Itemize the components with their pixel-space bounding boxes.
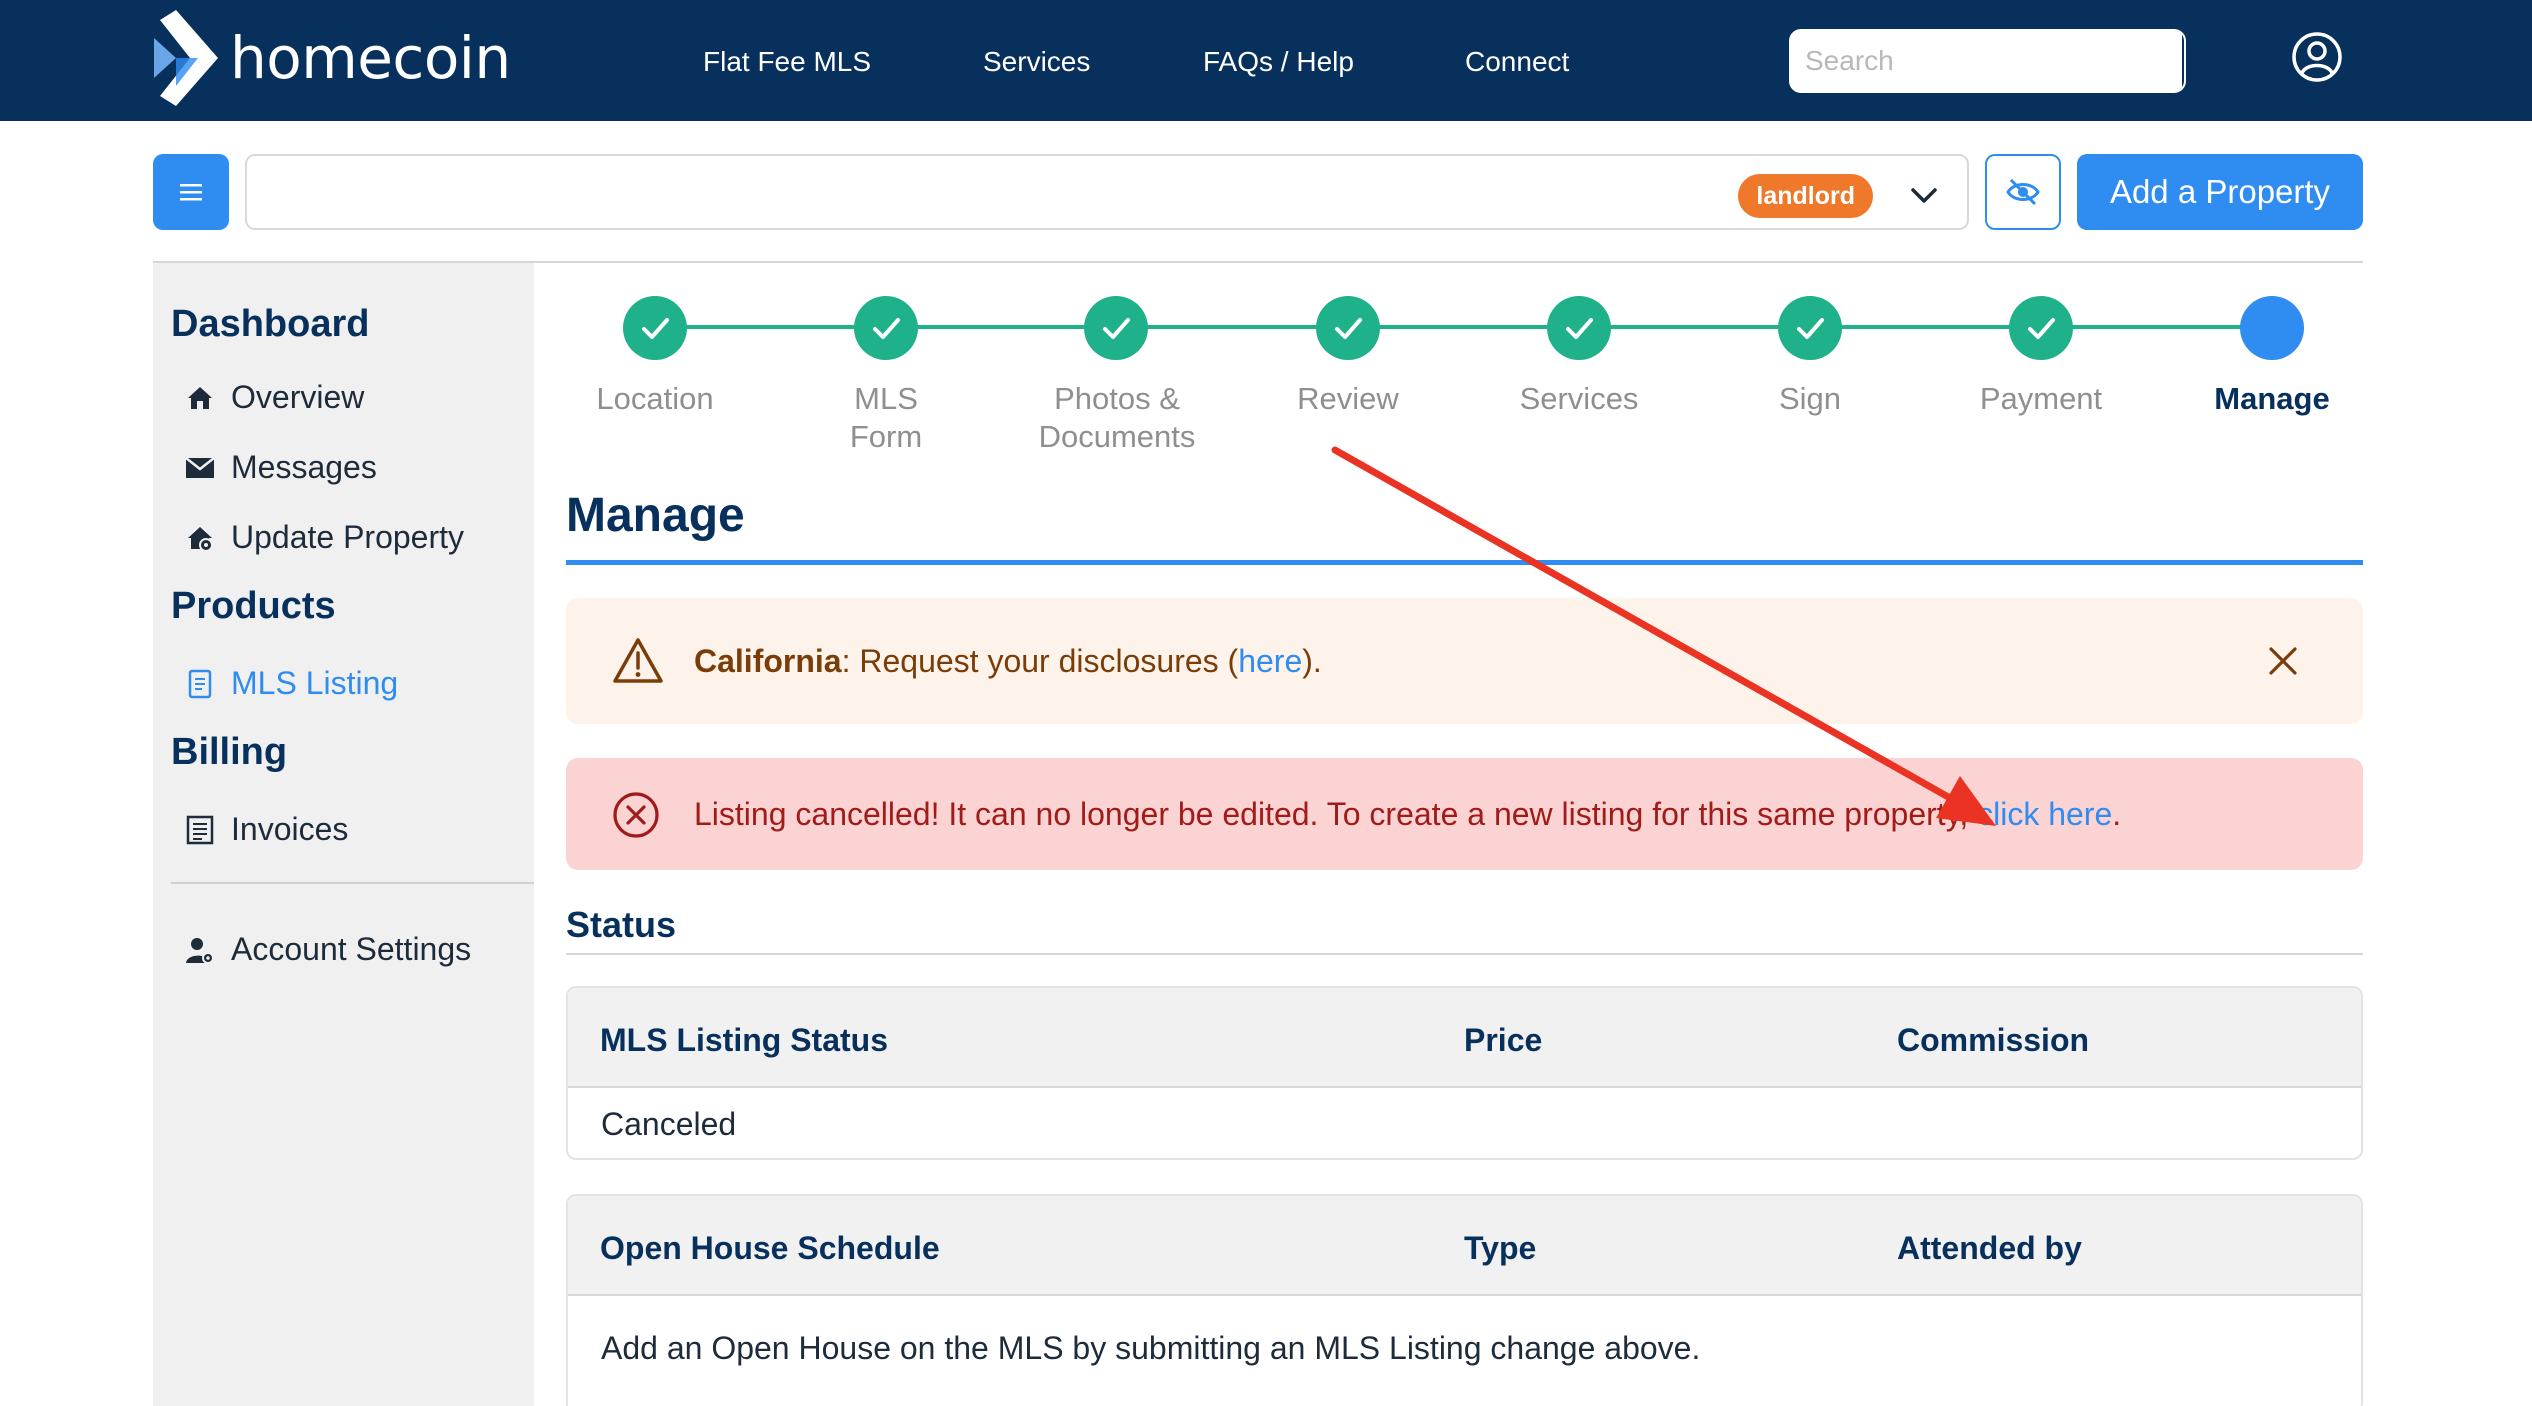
sidebar-item-update-property[interactable]: Update Property (185, 519, 464, 556)
step-photos-documents-label[interactable]: Photos & Documents (1017, 380, 1217, 456)
step-sign-label[interactable]: Sign (1710, 380, 1910, 418)
nav-services[interactable]: Services (983, 46, 1090, 78)
alert-bold-state: California (694, 643, 842, 679)
user-account-icon[interactable] (2291, 31, 2343, 83)
alert-message: California: Request your disclosures (he… (694, 643, 1322, 680)
check-icon (1797, 318, 1824, 339)
search-button[interactable] (2180, 31, 2186, 91)
table-row: Add an Open House on the MLS by submitti… (568, 1296, 2361, 1400)
logo-text: homecoin (230, 24, 511, 92)
add-property-button[interactable]: Add a Property (2077, 154, 2363, 230)
alert-text-end: . (2112, 796, 2122, 832)
sidebar-item-label: MLS Listing (231, 665, 399, 701)
document-icon (185, 669, 215, 699)
table-header: MLS Listing Status Price Commission (568, 988, 2361, 1088)
open-house-table: Open House Schedule Type Attended by Add… (566, 1194, 2363, 1406)
step-review-label[interactable]: Review (1248, 380, 1448, 418)
create-new-listing-link[interactable]: click here (1977, 796, 2112, 832)
search-icon (2182, 41, 2186, 81)
home-gear-icon (185, 523, 215, 553)
column-header: Commission (1897, 1022, 2090, 1058)
alert-text-end: ). (1302, 643, 1322, 679)
column-header: Price (1464, 1022, 1543, 1058)
column-header: MLS Listing Status (600, 1022, 888, 1058)
listing-cancelled-alert: Listing cancelled! It can no longer be e… (566, 758, 2363, 870)
check-icon (642, 318, 669, 339)
warning-triangle-icon (613, 638, 663, 683)
sidebar-item-label: Messages (231, 449, 377, 485)
hamburger-icon (180, 184, 202, 201)
title-underline (566, 560, 2363, 565)
open-house-empty-message: Add an Open House on the MLS by submitti… (601, 1330, 1701, 1366)
status-heading: Status (566, 904, 677, 945)
step-services-dot[interactable] (1547, 296, 1611, 360)
envelope-icon (185, 453, 215, 483)
step-location-label[interactable]: Location (555, 380, 755, 418)
step-location-dot[interactable] (623, 296, 687, 360)
table-cell: Canceled (601, 1106, 737, 1142)
user-gear-icon (185, 935, 215, 965)
alert-text: : Request your disclosures ( (841, 643, 1239, 679)
step-payment-label[interactable]: Payment (1941, 380, 2141, 418)
sidebar-item-overview[interactable]: Overview (185, 379, 364, 416)
menu-toggle-button[interactable] (153, 154, 229, 230)
sidebar-item-account-settings[interactable]: Account Settings (185, 931, 471, 968)
check-icon (2028, 318, 2055, 339)
search-input[interactable] (1791, 31, 2180, 91)
homecoin-logo-icon (154, 10, 218, 106)
homecoin-logo[interactable]: homecoin (152, 8, 511, 108)
alert-message: Listing cancelled! It can no longer be e… (694, 796, 2121, 833)
sidebar-item-invoices[interactable]: Invoices (185, 811, 348, 848)
california-disclosure-alert: California: Request your disclosures (he… (566, 598, 2363, 724)
alert-text: Listing cancelled! It can no longer be e… (694, 796, 1978, 832)
role-badge: landlord (1738, 174, 1873, 218)
check-icon (1566, 318, 1593, 339)
error-circle-x-icon (613, 792, 659, 838)
top-navbar: homecoin Flat Fee MLS Services FAQs / He… (0, 0, 2532, 121)
search-box (1789, 29, 2186, 93)
step-mls-form-label[interactable]: MLS Form (786, 380, 986, 456)
sidebar-item-label: Account Settings (231, 931, 472, 967)
sidebar-item-label: Update Property (231, 519, 465, 555)
table-row: Canceled (568, 1088, 2361, 1158)
home-icon (185, 383, 215, 413)
column-header: Attended by (1897, 1230, 2082, 1266)
sidebar-heading-products: Products (171, 585, 336, 627)
nav-flat-fee-mls[interactable]: Flat Fee MLS (703, 46, 871, 78)
status-table: MLS Listing Status Price Commission Canc… (566, 986, 2363, 1160)
sidebar-item-mls-listing[interactable]: MLS Listing (185, 665, 398, 702)
table-header: Open House Schedule Type Attended by (568, 1196, 2361, 1296)
invoice-icon (185, 815, 215, 845)
step-manage-label[interactable]: Manage (2172, 380, 2372, 418)
column-header: Type (1464, 1230, 1537, 1266)
step-photos-documents-dot[interactable] (1084, 296, 1148, 360)
step-sign-dot[interactable] (1778, 296, 1842, 360)
step-payment-dot[interactable] (2009, 296, 2073, 360)
nav-connect[interactable]: Connect (1465, 46, 1569, 78)
sidebar-heading-billing: Billing (171, 731, 288, 773)
sidebar-item-messages[interactable]: Messages (185, 449, 377, 486)
step-review-dot[interactable] (1316, 296, 1380, 360)
nav-faqs-help[interactable]: FAQs / Help (1203, 46, 1354, 78)
toggle-visibility-button[interactable] (1985, 154, 2061, 230)
eye-slash-icon (2006, 178, 2040, 206)
property-selector[interactable]: landlord (245, 154, 1969, 230)
check-icon (1103, 318, 1130, 339)
check-icon (1335, 318, 1362, 339)
sidebar: Dashboard Overview Messages Update Prope… (153, 263, 534, 1406)
chevron-down-icon[interactable] (1907, 178, 1941, 212)
step-services-label[interactable]: Services (1479, 380, 1679, 418)
sidebar-item-label: Overview (231, 379, 365, 415)
check-icon (873, 318, 900, 339)
status-divider (566, 953, 2363, 955)
page-title: Manage (566, 489, 745, 542)
sidebar-divider (171, 882, 534, 884)
column-header: Open House Schedule (600, 1230, 940, 1266)
sidebar-item-label: Invoices (231, 811, 349, 847)
disclosures-here-link[interactable]: here (1238, 643, 1302, 679)
step-mls-form-dot[interactable] (854, 296, 918, 360)
sidebar-heading-dashboard: Dashboard (171, 303, 370, 345)
step-manage-dot[interactable] (2240, 296, 2304, 360)
close-icon[interactable] (2266, 644, 2300, 678)
